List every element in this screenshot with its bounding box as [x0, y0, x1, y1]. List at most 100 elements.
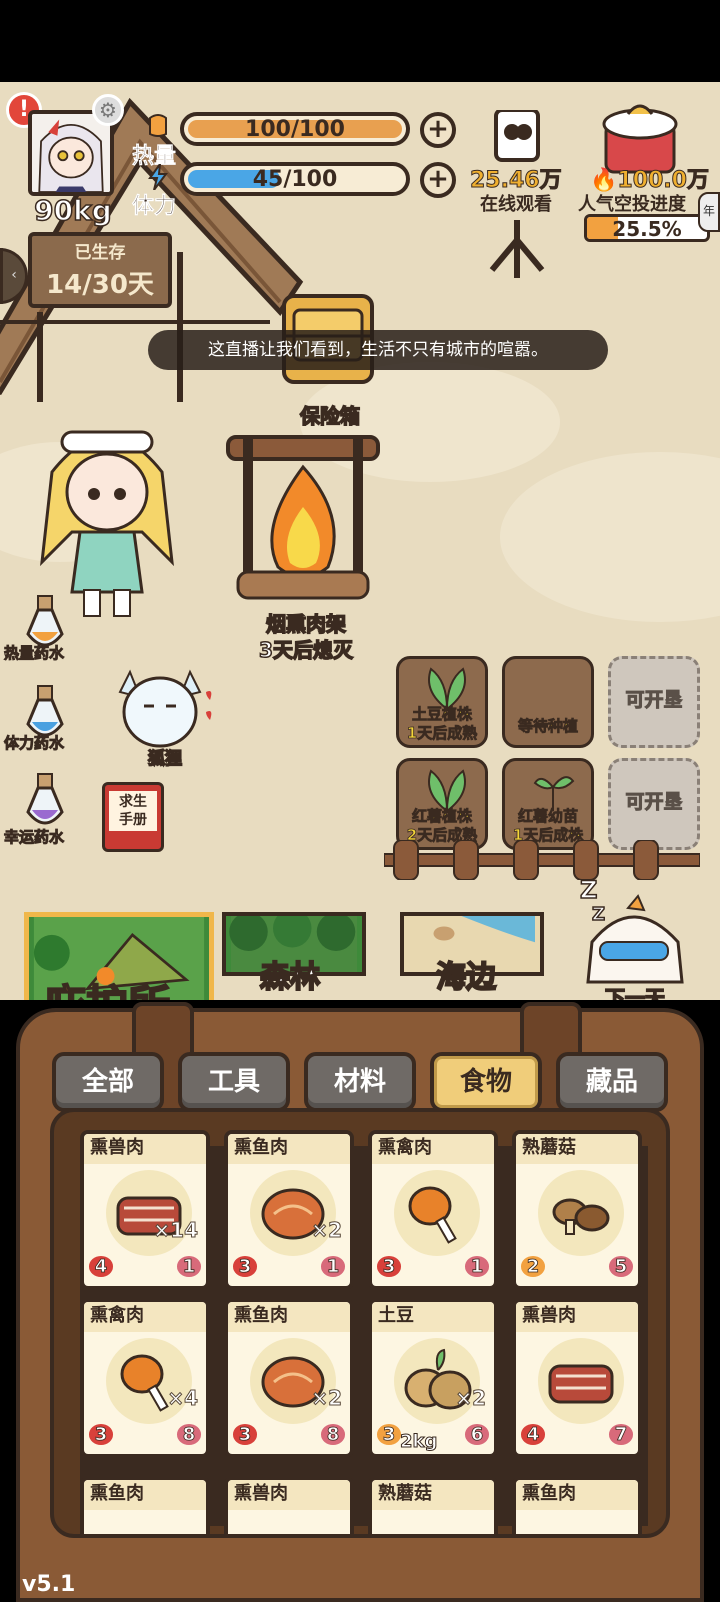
farm-plot-2[interactable]: 等待种植	[502, 656, 594, 748]
heat-badge-icon: 4	[86, 1252, 116, 1282]
category-tab-food[interactable]: 食物	[430, 1052, 542, 1112]
game-scene: ‹ ! ⚙ 90kg 热量 100/100 + 体力 45/100 + 已生存 …	[0, 82, 720, 1002]
item-heat-value: 3	[376, 1256, 402, 1277]
inventory-panel: 熏兽肉 ×14 4 1 熏鱼肉 ×2 3 1 熏禽肉 3 1 熟蘑菇 2 5 熏…	[50, 1108, 670, 1538]
inventory-item-card[interactable]: 熏鱼肉	[512, 1476, 642, 1534]
viewer-label: 在线观看	[480, 194, 552, 215]
heat-badge-icon: 3	[374, 1420, 404, 1450]
sleeping-girl-next-day-icon[interactable]: Z Z	[578, 872, 688, 992]
location-forest-label: 森林	[259, 959, 321, 996]
smoked-poultry-icon	[408, 1186, 457, 1244]
item-name: 土豆	[372, 1302, 494, 1332]
inventory-item-card[interactable]: 熟蘑菇	[368, 1476, 498, 1534]
item-quantity: ×14	[153, 1218, 199, 1243]
player-weight: 90kg	[33, 193, 112, 228]
category-tab-tools[interactable]: 工具	[178, 1052, 290, 1112]
plot-2-line1: 等待种植	[517, 717, 579, 736]
stamina-badge-icon: 8	[174, 1420, 204, 1450]
item-name: 熏鱼肉	[84, 1480, 206, 1510]
farm-plot-1[interactable]: 土豆植株 1天后成熟	[396, 656, 488, 748]
item-heat-value: 3	[232, 1424, 258, 1445]
version-label: v5.1	[22, 1572, 76, 1597]
plant-leaves-icon	[428, 667, 466, 711]
safe-label: 保险箱	[299, 403, 361, 429]
category-tab-materials[interactable]: 材料	[304, 1052, 416, 1112]
manual-label-2: 手册	[119, 812, 147, 828]
item-quantity: ×2	[311, 1386, 343, 1411]
plot-1-label: 土豆植株 1天后成熟	[399, 705, 485, 743]
inventory-item-card[interactable]: 熏兽肉 4 7	[512, 1298, 642, 1458]
item-quantity: ×2	[311, 1218, 343, 1243]
add-stamina-button[interactable]: +	[420, 162, 456, 198]
inventory-item-card[interactable]: 熏禽肉 ×4 3 8	[80, 1298, 210, 1458]
plot-6-line1: 可开垦	[625, 791, 683, 813]
farm-plot-3-locked[interactable]: 可开垦	[608, 656, 700, 748]
location-beach-label: 海边	[435, 959, 497, 996]
smokehouse-name: 烟熏肉架	[265, 611, 347, 637]
plot-5-line1: 红薯幼苗	[517, 807, 579, 826]
item-name: 熏兽肉	[516, 1302, 638, 1332]
svg-text:Z: Z	[592, 904, 605, 925]
toast-message: 这直播让我们看到，生活不只有城市的喧嚣。	[148, 330, 608, 370]
plot-1-line2: 1天后成熟	[406, 724, 478, 743]
settings-gear-icon[interactable]: ⚙	[92, 94, 124, 126]
inventory-item-card[interactable]: 熏鱼肉 ×2 3 8	[224, 1298, 354, 1458]
inventory-item-card[interactable]: 熏鱼肉 ×2 3 1	[224, 1130, 354, 1290]
smoked-beast-meat-icon	[548, 1364, 614, 1404]
item-name: 熏鱼肉	[516, 1480, 638, 1510]
avatar-portrait	[32, 114, 110, 192]
stamina-bar: 45/100	[180, 162, 410, 196]
plot-3-line1: 可开垦	[625, 689, 683, 711]
item-heat-value: 3	[232, 1256, 258, 1277]
backpack-panel: 全部 工具 材料 食物 藏品 熏兽肉 ×14 4 1 熏鱼肉 ×2 3 1 熏禽…	[0, 1000, 720, 1602]
fox-label: 狐狸	[147, 748, 183, 770]
survival-label: 已生存	[74, 243, 126, 263]
inventory-item-card[interactable]: 熏禽肉 3 1	[368, 1130, 498, 1290]
item-quantity: ×4	[167, 1386, 199, 1411]
item-weight: 2kg	[399, 1431, 438, 1453]
inventory-grid[interactable]: 熏兽肉 ×14 4 1 熏鱼肉 ×2 3 1 熏禽肉 3 1 熟蘑菇 2 5 熏…	[80, 1130, 648, 1534]
airdrop-progress-bar: 25.5%	[584, 214, 710, 242]
sprout-icon	[533, 776, 575, 811]
inventory-item-card[interactable]: 熏兽肉	[224, 1476, 354, 1534]
heat-badge-icon: 3	[374, 1252, 404, 1282]
category-tab-all[interactable]: 全部	[52, 1052, 164, 1112]
heat-badge-icon: 2	[518, 1252, 548, 1282]
inventory-item-card[interactable]: 熏鱼肉	[80, 1476, 210, 1534]
item-stamina-value: 7	[608, 1424, 634, 1445]
smokehouse-campfire[interactable]	[218, 427, 388, 607]
item-stamina-value: 1	[176, 1256, 202, 1277]
item-stamina-value: 1	[464, 1256, 490, 1277]
inventory-item-card[interactable]: 熟蘑菇 2 5	[512, 1130, 642, 1290]
add-heat-button[interactable]: +	[420, 112, 456, 148]
luck-potion-label: 幸运药水	[4, 828, 65, 847]
farm-plot-5[interactable]: 红薯幼苗 1天后成株	[502, 758, 594, 850]
plot-1-line1: 土豆植株	[411, 705, 473, 724]
plant-leaves-icon	[428, 769, 466, 813]
stamina-value: 45/100	[252, 167, 338, 192]
heat-bar: 100/100	[180, 112, 410, 146]
cooked-mushroom-icon	[552, 1198, 610, 1235]
farm-plot-6-locked[interactable]: 可开垦	[608, 758, 700, 850]
svg-text:Z: Z	[580, 876, 597, 904]
item-name: 熏兽肉	[84, 1134, 206, 1164]
stamina-badge-icon: 6	[462, 1420, 492, 1450]
item-quantity: ×2	[455, 1386, 487, 1411]
location-shelter-label: 庇护所	[43, 972, 171, 1002]
item-heat-value: 3	[376, 1424, 402, 1445]
stamina-badge-icon: 8	[318, 1420, 348, 1450]
luck-potion-icon[interactable]	[22, 772, 68, 832]
lightning-icon	[148, 164, 168, 190]
item-heat-value: 2	[520, 1256, 546, 1277]
blonde-girl-character[interactable]	[32, 412, 182, 622]
item-stamina-value: 6	[464, 1424, 490, 1445]
category-tab-collectibles[interactable]: 藏品	[556, 1052, 668, 1112]
inventory-item-card[interactable]: 熏兽肉 ×14 4 1	[80, 1130, 210, 1290]
heat-badge-icon: 3	[230, 1252, 260, 1282]
popularity-label: 人气空投进度	[578, 194, 686, 215]
inventory-item-card[interactable]: 土豆 ×2 2kg 3 6	[368, 1298, 498, 1458]
edge-tab[interactable]: 年	[698, 192, 720, 232]
farm-plot-4[interactable]: 红薯植株 2天后成熟	[396, 758, 488, 850]
stamina-potion-label: 体力药水	[4, 734, 65, 753]
survival-manual-book[interactable]: 求生 手册	[102, 782, 164, 852]
